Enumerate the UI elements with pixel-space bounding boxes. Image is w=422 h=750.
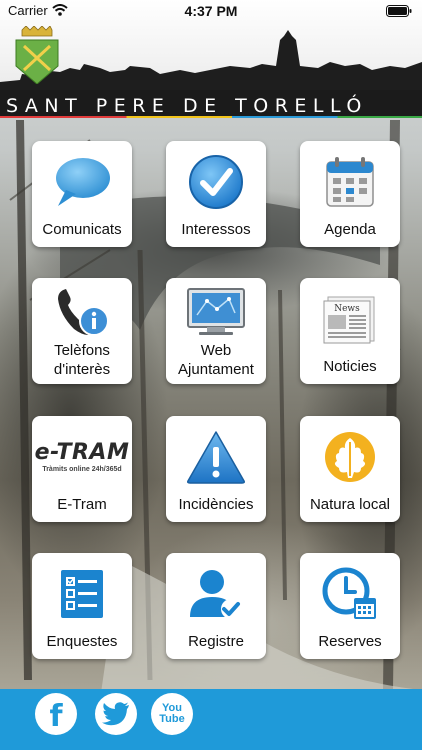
coat-of-arms-icon [15, 26, 59, 84]
battery-icon [386, 5, 412, 17]
tile-comunicats[interactable]: Comunicats [32, 141, 132, 247]
tile-label: Agenda [324, 221, 376, 238]
monitor-icon [166, 284, 266, 340]
tile-label: Incidències [178, 496, 254, 513]
tile-incidencies[interactable]: Incidències [166, 416, 266, 522]
tile-noticies[interactable]: News Noticies [300, 278, 400, 384]
tile-natura-local[interactable]: Natura local [300, 416, 400, 522]
social-footer: f You Tube [0, 689, 422, 750]
checklist-icon [32, 563, 132, 625]
speech-bubble-icon [32, 151, 132, 213]
tile-registre[interactable]: Registre [166, 553, 266, 659]
etram-logo-subtitle: Tràmits online 24h/365d [42, 465, 122, 473]
tile-web-ajuntament[interactable]: Web Ajuntament [166, 278, 266, 384]
oak-leaf-icon [300, 426, 400, 488]
facebook-icon: f [49, 699, 63, 734]
svg-text:News: News [334, 304, 360, 314]
tile-e-tram[interactable]: e-TRAM Tràmits online 24h/365d E-Tram [32, 416, 132, 522]
tile-label: Natura local [309, 496, 391, 513]
clock-calendar-icon [300, 563, 400, 625]
phone-info-icon [32, 284, 132, 340]
tile-label: Registre [188, 633, 244, 650]
user-check-icon [166, 563, 266, 625]
calendar-icon [300, 151, 400, 213]
etram-logo-title: e-TRAM [34, 439, 130, 465]
color-stripe [0, 116, 422, 118]
tile-label: E-Tram [57, 496, 107, 513]
tile-label: Web Ajuntament [178, 342, 254, 378]
twitter-icon [102, 702, 129, 726]
tile-label: Comunicats [42, 221, 122, 238]
tile-telefons[interactable]: Telèfons d'interès [32, 278, 132, 384]
tile-interessos[interactable]: Interessos [166, 141, 266, 247]
etram-logo-icon: e-TRAM Tràmits online 24h/365d [32, 426, 132, 488]
tile-enquestes[interactable]: Enquestes [32, 553, 132, 659]
tile-agenda[interactable]: Agenda [300, 141, 400, 247]
tile-label: Enquestes [46, 633, 118, 650]
tile-label: Interessos [181, 221, 251, 238]
town-name: SANT PERE DE TORELLÓ [6, 95, 368, 117]
tile-label: Reserves [318, 633, 382, 650]
clock-time: 4:37 PM [184, 3, 238, 19]
twitter-button[interactable] [95, 693, 137, 735]
youtube-icon: You Tube [159, 702, 185, 725]
warning-icon [166, 426, 266, 488]
tile-label: Noticies [323, 358, 377, 375]
youtube-button[interactable]: You Tube [151, 693, 193, 735]
tile-reserves[interactable]: Reserves [300, 553, 400, 659]
status-bar: Carrier 4:37 PM [0, 0, 422, 22]
tile-label: Telèfons d'interès [53, 342, 111, 378]
facebook-button[interactable]: f [35, 693, 77, 735]
checkmark-icon [166, 151, 266, 213]
app-header: Carrier 4:37 PM SANT PERE DE TORELLÓ [0, 0, 422, 118]
newspaper-icon: News [300, 288, 400, 350]
